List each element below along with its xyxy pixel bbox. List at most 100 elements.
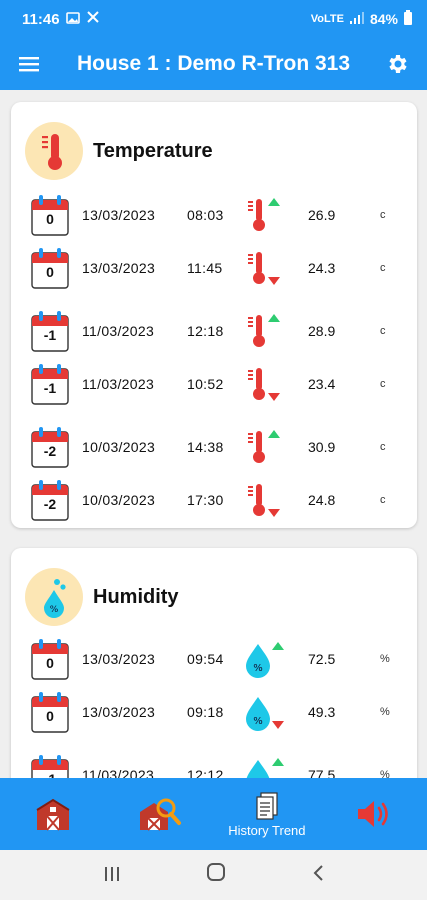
battery-icon [403,9,413,29]
humidity-reading-row: -1 11/03/2023 12:12% 77.5% [31,754,401,778]
day-offset: -1 [31,771,69,778]
day-calendar: 0 [31,691,69,733]
speaker-alarm-icon [357,801,388,827]
reading-date: 10/03/2023 [82,439,156,455]
temperature-reading-row: -1 11/03/2023 12:18 28.9 c [31,310,401,354]
humidity-reading-row: 0 13/03/2023 09:54% 72.5% [31,638,401,682]
bottom-nav: History Trend [0,778,427,850]
reading-unit: c [380,378,386,390]
reading-unit: c [380,209,386,221]
trend-indicator [243,312,289,352]
day-offset: -2 [43,496,57,512]
thermometer-trend-icon [248,484,280,517]
thermometer-trend-icon [248,198,280,231]
reading-value: 49.3 [308,704,336,720]
day-offset: 0 [46,264,54,280]
trend-indicator [243,196,289,236]
reading-date: 10/03/2023 [82,492,156,508]
thermometer-trend-icon [248,314,280,347]
temperature-reading-row: 0 13/03/2023 11:45 24.3 c [31,247,401,291]
reading-value: 24.8 [308,492,336,508]
humidity-reading-row: 0 13/03/2023 09:18% 49.3% [31,691,401,735]
nav-history-trend[interactable]: History Trend [214,778,321,850]
reading-time: 08:03 [187,207,224,223]
hamburger-icon [19,57,39,72]
home-button[interactable] [206,862,226,888]
reading-time: 10:52 [187,376,224,392]
content-scroll[interactable]: Temperature 0 13/03/2023 08:03 26.9 c 0 13/03/… [0,90,427,778]
day-offset: -1 [43,380,57,396]
day-offset: -1 [43,327,57,343]
nav-barn[interactable] [0,778,107,850]
recents-icon [104,867,119,881]
home-icon [206,863,225,881]
reading-time: 17:30 [187,492,224,508]
barn-search-icon [140,798,182,831]
missed-call-icon [86,10,100,28]
trend-indicator [243,249,289,289]
day-offset: 0 [46,211,54,227]
day-calendar: -2 [31,426,69,468]
status-time: 11:46 [22,10,60,28]
settings-button[interactable] [367,38,427,90]
temperature-title: Temperature [93,139,213,162]
reading-value: 72.5 [308,651,336,667]
battery-percent: 84% [369,11,398,27]
day-offset: 0 [46,708,54,724]
reading-date: 13/03/2023 [82,651,156,667]
barn-icon [36,798,70,831]
thermometer-icon [42,134,62,170]
trend-indicator: % [243,640,289,680]
nav-history-trend-label: History Trend [228,822,306,838]
day-calendar: -2 [31,479,69,521]
day-calendar: -1 [31,310,69,352]
nav-barn-search[interactable] [107,778,214,850]
network-type-label: VoLTE [310,13,344,25]
day-calendar: 0 [31,194,69,236]
reading-value: 23.4 [308,376,336,392]
reading-time: 12:12 [187,767,224,778]
reading-value: 28.9 [308,323,336,339]
reading-time: 11:45 [187,260,223,276]
thermometer-trend-icon [248,368,280,401]
temperature-reading-row: -1 11/03/2023 10:52 23.4 c [31,363,401,407]
reading-time: 09:18 [187,704,224,720]
reading-unit: c [380,441,386,453]
reading-unit: c [380,494,386,506]
svg-text:%: % [50,605,59,615]
gallery-icon [65,11,80,28]
temperature-reading-row: 0 13/03/2023 08:03 26.9 c [31,194,401,238]
temperature-reading-row: -2 10/03/2023 17:30 24.8 c [31,479,401,523]
reading-date: 11/03/2023 [82,376,155,392]
nav-alarm[interactable] [320,778,427,850]
reading-unit: c [380,262,386,274]
trend-indicator [243,481,289,521]
back-icon [313,865,323,881]
reading-unit: % [380,653,390,665]
app-bar: House 1 : Demo R-Tron 313 [0,38,427,90]
system-nav-bar [0,850,427,900]
humidity-card: % Humidity 0 13/03/2023 09:54% 72.5% 0 13/03/… [11,548,417,778]
svg-text:%: % [253,716,263,727]
day-calendar: 0 [31,247,69,289]
humidity-title: Humidity [93,585,179,608]
reading-time: 09:54 [187,651,224,667]
humidity-badge: % [25,568,83,626]
temperature-reading-row: -2 10/03/2023 14:38 30.9 c [31,426,401,470]
humidity-header: % Humidity [25,568,179,626]
status-bar: 11:46 VoLTE 84% [0,0,427,38]
reading-value: 77.5 [308,767,336,778]
humidity-trend-icon: % [246,697,284,731]
recents-button[interactable] [103,862,121,888]
humidity-trend-icon: % [246,642,284,678]
reading-value: 26.9 [308,207,336,223]
temperature-badge [25,122,83,180]
back-button[interactable] [311,862,325,888]
menu-button[interactable] [0,38,60,90]
reading-date: 11/03/2023 [82,767,155,778]
day-calendar: -1 [31,363,69,405]
trend-indicator [243,428,289,468]
temperature-header: Temperature [25,122,213,180]
trend-indicator: % [243,693,289,733]
reading-unit: % [380,706,390,718]
